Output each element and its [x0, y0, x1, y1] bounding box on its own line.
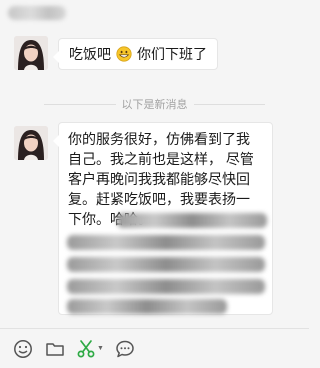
sender-avatar[interactable]: [14, 126, 48, 160]
screenshot-button[interactable]: ▼: [76, 338, 104, 360]
grinning-face-icon: [116, 46, 132, 62]
divider-label: 以下是新消息: [121, 99, 188, 111]
message-text: 吃饭吧: [69, 46, 111, 62]
send-file-button[interactable]: [44, 338, 66, 360]
input-toolbar: ▼: [0, 328, 309, 368]
folder-icon: [46, 342, 64, 356]
message-bubble[interactable]: 你的服务很好，仿佛看到了我自己。我之前也是这样， 尽管 客户再晚问我我都能够尽快…: [53, 122, 273, 315]
redacted-text: [67, 235, 265, 250]
redacted-text: [117, 213, 267, 228]
scissors-icon: [77, 339, 95, 357]
redacted-text: [67, 257, 265, 272]
message-bubble[interactable]: 吃饭吧 你们下班了: [53, 38, 218, 70]
contact-name-blurred: [8, 6, 66, 20]
chat-bubble-icon: [116, 340, 134, 357]
redacted-text: [67, 279, 265, 294]
avatar-photo-icon: [14, 126, 48, 160]
message-text: 你们下班了: [137, 46, 207, 62]
new-messages-divider: 以下是新消息: [38, 96, 271, 112]
redacted-text: [67, 299, 227, 314]
chevron-down-icon[interactable]: ▼: [97, 345, 104, 352]
smiley-icon: [14, 339, 32, 358]
chat-history-button[interactable]: [114, 338, 136, 360]
sender-avatar[interactable]: [14, 36, 48, 70]
avatar-photo-icon: [14, 36, 48, 70]
emoji-button[interactable]: [12, 338, 34, 360]
